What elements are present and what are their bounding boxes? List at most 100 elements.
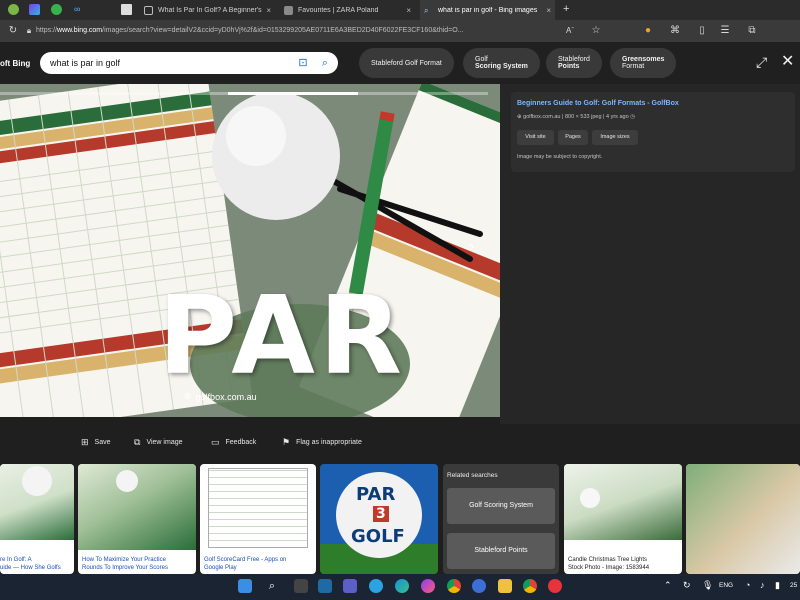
- sync-icon[interactable]: ↻: [683, 580, 691, 591]
- messenger-icon[interactable]: ∞: [74, 4, 85, 15]
- view-image-icon: ⧉: [134, 437, 141, 447]
- chip-stableford-points[interactable]: Stableford Points: [546, 48, 602, 78]
- feedback-button[interactable]: ▭ Feedback: [211, 437, 256, 448]
- pages-button[interactable]: Pages: [558, 130, 588, 145]
- close-icon[interactable]: ✕: [781, 51, 794, 71]
- thumb-caption-line1: Golf ScoreCard Free - Apps on: [204, 556, 287, 563]
- yandex-browser-icon[interactable]: [548, 579, 562, 593]
- save-button[interactable]: ⊞ Save: [81, 437, 111, 448]
- chip-label: Stableford Golf Format: [371, 59, 442, 67]
- favorites-icon[interactable]: ☰: [718, 24, 732, 38]
- collections-icon[interactable]: ⧉: [745, 24, 759, 38]
- save-icon: ⊞: [81, 437, 89, 447]
- thumbnail-6[interactable]: [686, 464, 800, 574]
- volume-icon[interactable]: ♪: [760, 580, 765, 590]
- lock-icon[interactable]: 🔒︎: [22, 24, 36, 38]
- source-domain[interactable]: golfbox.com.au: [523, 114, 560, 120]
- address-bar[interactable]: https://www.bing.com/images/search?view=…: [36, 23, 556, 39]
- chip-label-bold: Greensomes: [622, 56, 665, 63]
- browser-app-icon[interactable]: [8, 4, 19, 15]
- par3-line3: GOLF: [351, 526, 405, 547]
- close-tab-icon[interactable]: ×: [546, 6, 551, 15]
- new-tab-button[interactable]: +: [563, 3, 569, 15]
- flag-button[interactable]: ⚑ Flag as inappropriate: [282, 437, 362, 448]
- related-item-stableford-points[interactable]: Stableford Points: [447, 533, 555, 569]
- app-icon[interactable]: [472, 579, 486, 593]
- source-size: 800 × 533 jpeg: [564, 114, 602, 120]
- thumb-caption: How To Maximize Your Practice Rounds To I…: [82, 556, 168, 572]
- flag-label: Flag as inappropriate: [296, 439, 362, 446]
- url-path: /images/search?view=detailV2&ccid=yD0hVj…: [102, 27, 464, 34]
- chip-golf-scoring-system[interactable]: Golf Scoring System: [463, 48, 540, 78]
- messenger-taskbar-icon[interactable]: [421, 579, 435, 593]
- thumbnail-3[interactable]: Golf ScoreCard Free - Apps on Google Play: [200, 464, 316, 574]
- tab-label: what is par in golf - Bing images: [438, 6, 538, 14]
- thumb-caption-line2: Stock Photo - Image: 1583944: [568, 564, 650, 571]
- extension-icon[interactable]: ●: [641, 24, 655, 38]
- language-indicator[interactable]: ENG: [719, 582, 733, 589]
- search-icon[interactable]: ⌕: [318, 56, 332, 70]
- close-tab-icon[interactable]: ×: [266, 6, 271, 15]
- chrome-icon-2[interactable]: [523, 579, 537, 593]
- file-explorer-icon[interactable]: [498, 579, 512, 593]
- thumbnail-2[interactable]: How To Maximize Your Practice Rounds To I…: [78, 464, 196, 574]
- close-tab-icon[interactable]: ×: [406, 6, 411, 15]
- refresh-icon[interactable]: ↻: [6, 24, 20, 38]
- read-aloud-icon[interactable]: Aˉ: [563, 24, 577, 38]
- pinned-site-icon[interactable]: [121, 4, 132, 15]
- chip-label: Golf: [475, 56, 488, 63]
- zara-favicon-icon: [284, 5, 293, 15]
- task-view-icon[interactable]: [294, 579, 308, 593]
- tab-zara[interactable]: Favourites | ZARA Poland ×: [280, 0, 415, 20]
- telegram-icon[interactable]: [369, 579, 383, 593]
- search-box[interactable]: ⊡ ⌕: [40, 52, 338, 74]
- wifi-icon[interactable]: ◔: [745, 580, 750, 590]
- thumbnail-5[interactable]: Candle Christmas Tree Lights Stock Photo …: [564, 464, 682, 574]
- teams-icon[interactable]: [343, 579, 357, 593]
- media-play-icon[interactable]: [51, 4, 62, 15]
- chip-greensomes-format[interactable]: Greensomes Format: [610, 48, 677, 78]
- tab-bing-images[interactable]: ⌕ what is par in golf - Bing images ×: [420, 0, 555, 20]
- source-title-link[interactable]: Beginners Guide to Golf: Golf Formats - …: [517, 100, 679, 107]
- chrome-icon[interactable]: [447, 579, 461, 593]
- tray-chevron-up-icon[interactable]: ⌃: [664, 580, 672, 591]
- tab-golf-article[interactable]: What Is Par In Golf? A Beginner's ×: [140, 0, 275, 20]
- widgets-icon[interactable]: [318, 579, 332, 593]
- related-searches-title: Related searches: [447, 472, 498, 479]
- next-image-chevron-icon[interactable]: ›: [469, 238, 474, 256]
- windows-start-icon[interactable]: [238, 579, 252, 593]
- chip-stableford-golf-format[interactable]: Stableford Golf Format: [359, 48, 454, 78]
- edge-taskbar-icon[interactable]: [395, 579, 409, 593]
- thumbnail-1[interactable]: re In Golf: Auide — How She Golfs: [0, 464, 74, 574]
- edge-ext-icon[interactable]: [29, 4, 40, 15]
- tab-label: What Is Par In Golf? A Beginner's: [158, 6, 262, 14]
- search-favicon-icon: ⌕: [424, 5, 429, 15]
- browser-nav-bar: ↻ 🔒︎ https://www.bing.com/images/search?…: [0, 20, 800, 57]
- related-item-golf-scoring-system[interactable]: Golf Scoring System: [447, 488, 555, 524]
- puzzle-icon[interactable]: ⌘: [668, 24, 682, 38]
- favorites-star-icon[interactable]: ☆: [589, 24, 603, 38]
- thumb-caption-line2: Google Play: [204, 564, 237, 571]
- bing-brand-logo[interactable]: oft Bing: [0, 59, 30, 68]
- expand-icon[interactable]: ⤢: [756, 54, 767, 71]
- microphone-icon[interactable]: 🎙︎: [702, 580, 713, 591]
- split-screen-icon[interactable]: ▯: [695, 24, 709, 38]
- url-host: www.bing.com: [57, 27, 103, 34]
- par3-line2: 3: [373, 506, 389, 522]
- search-input[interactable]: [50, 55, 290, 71]
- image-sizes-button[interactable]: Image sizes: [592, 130, 638, 145]
- url-prefix: https://: [36, 27, 58, 34]
- taskbar-search-icon[interactable]: ⌕: [265, 579, 279, 593]
- battery-icon[interactable]: ▮: [775, 580, 780, 591]
- thumb-caption: Golf ScoreCard Free - Apps on Google Play: [204, 556, 286, 572]
- main-image-viewer[interactable]: PAR ⊕ golfbox.com.au: [0, 84, 500, 417]
- view-image-button[interactable]: ⧉ View image: [134, 437, 183, 448]
- thumbnail-4-par3[interactable]: PAR 3 GOLF: [320, 464, 438, 574]
- feedback-icon: ▭: [211, 437, 220, 447]
- visual-search-icon[interactable]: ⊡: [296, 56, 310, 70]
- golf-ball-icon: [580, 488, 600, 508]
- image-big-text: PAR: [158, 274, 406, 399]
- system-clock[interactable]: 25: [790, 582, 797, 589]
- visit-site-button[interactable]: Visit site: [517, 130, 554, 145]
- image-watermark: ⊕ golfbox.com.au: [184, 391, 257, 402]
